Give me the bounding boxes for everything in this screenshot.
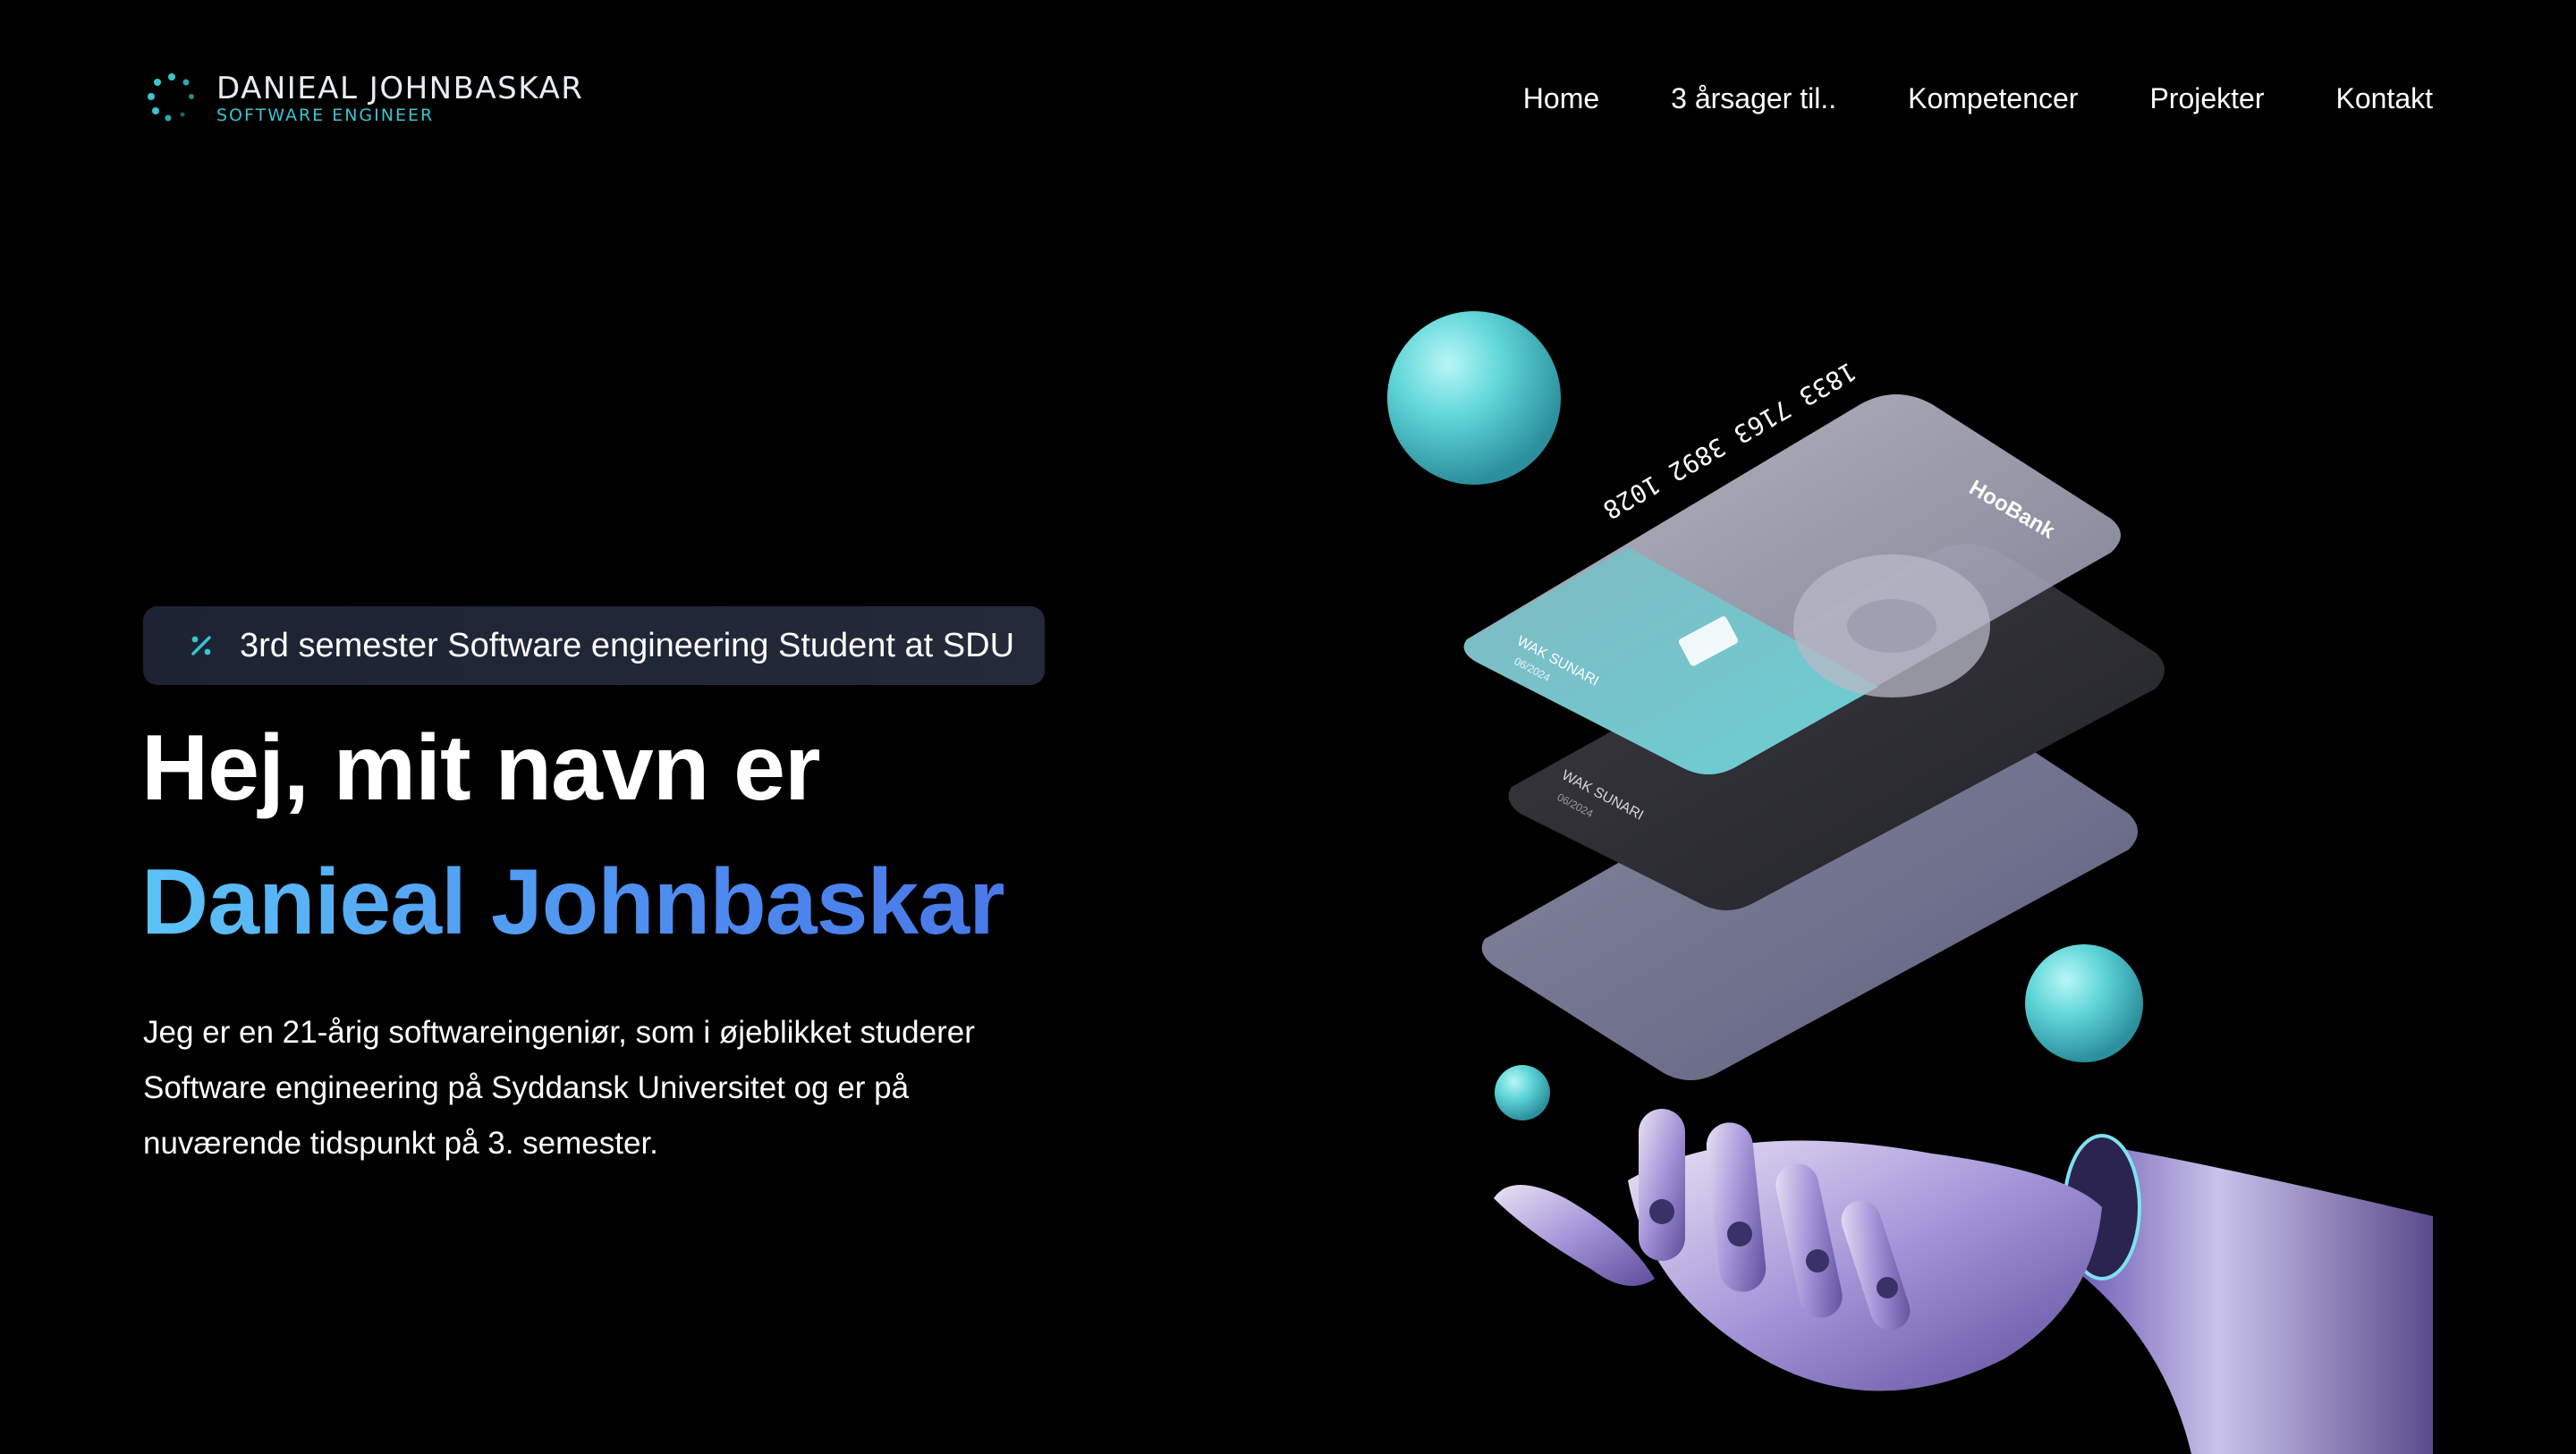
nav-link-reasons[interactable]: 3 årsager til.. — [1671, 82, 1836, 114]
navbar: DANIEAL JOHNBASKAR SOFTWARE ENGINEER Hom… — [143, 63, 2433, 134]
nav-link-projects[interactable]: Projekter — [2149, 82, 2264, 114]
robot-joint-4 — [1877, 1277, 1898, 1298]
status-badge: 3rd semester Software engineering Studen… — [143, 606, 1046, 685]
hero-title-name: Danieal Johnbaskar — [141, 850, 1005, 954]
cards-and-robot-hand-image: WAK SUNARI 06/2024 1833 7163 3892 1028 H… — [1387, 311, 2433, 1454]
sphere-small — [1495, 1065, 1550, 1120]
nav-item-contact: Kontakt — [2335, 82, 2433, 115]
hero-illustration: WAK SUNARI 06/2024 1833 7163 3892 1028 H… — [1360, 268, 2433, 1454]
robot-thumb — [1494, 1185, 1655, 1286]
nav-link-home[interactable]: Home — [1523, 82, 1599, 114]
hero-title-greeting: Hej, mit navn er — [141, 716, 820, 820]
logo-subtitle: SOFTWARE ENGINEER — [216, 105, 435, 125]
card-top-disc-inner — [1847, 599, 1936, 653]
robot-joint-3 — [1806, 1249, 1829, 1272]
badge-text: 3rd semester Software engineering Studen… — [240, 626, 1015, 664]
hero-description: Jeg er en 21-årig softwareingeniør, som … — [143, 1015, 975, 1161]
nav-item-reasons: 3 årsager til.. — [1671, 82, 1836, 115]
page: DANIEAL JOHNBASKAR SOFTWARE ENGINEER Hom… — [0, 0, 2576, 1454]
sphere-right — [2025, 944, 2143, 1062]
robot-joint-1 — [1649, 1199, 1674, 1224]
logo-name: DANIEAL JOHNBASKAR — [216, 70, 584, 106]
robot-joint-2 — [1727, 1222, 1752, 1247]
nav-item-projects: Projekter — [2149, 82, 2264, 115]
logo[interactable]: DANIEAL JOHNBASKAR SOFTWARE ENGINEER — [143, 70, 583, 127]
nav-item-skills: Kompetencer — [1908, 82, 2078, 115]
nav-item-home: Home — [1523, 82, 1599, 115]
logo-dots-icon — [148, 73, 194, 122]
robot-finger-1 — [1639, 1109, 1685, 1261]
nav-link-skills[interactable]: Kompetencer — [1908, 82, 2078, 114]
nav-links: Home 3 årsager til.. Kompetencer Projekt… — [1523, 82, 2433, 115]
sphere-large — [1387, 311, 1561, 485]
nav-link-contact[interactable]: Kontakt — [2335, 82, 2433, 114]
percent-icon — [191, 636, 211, 655]
